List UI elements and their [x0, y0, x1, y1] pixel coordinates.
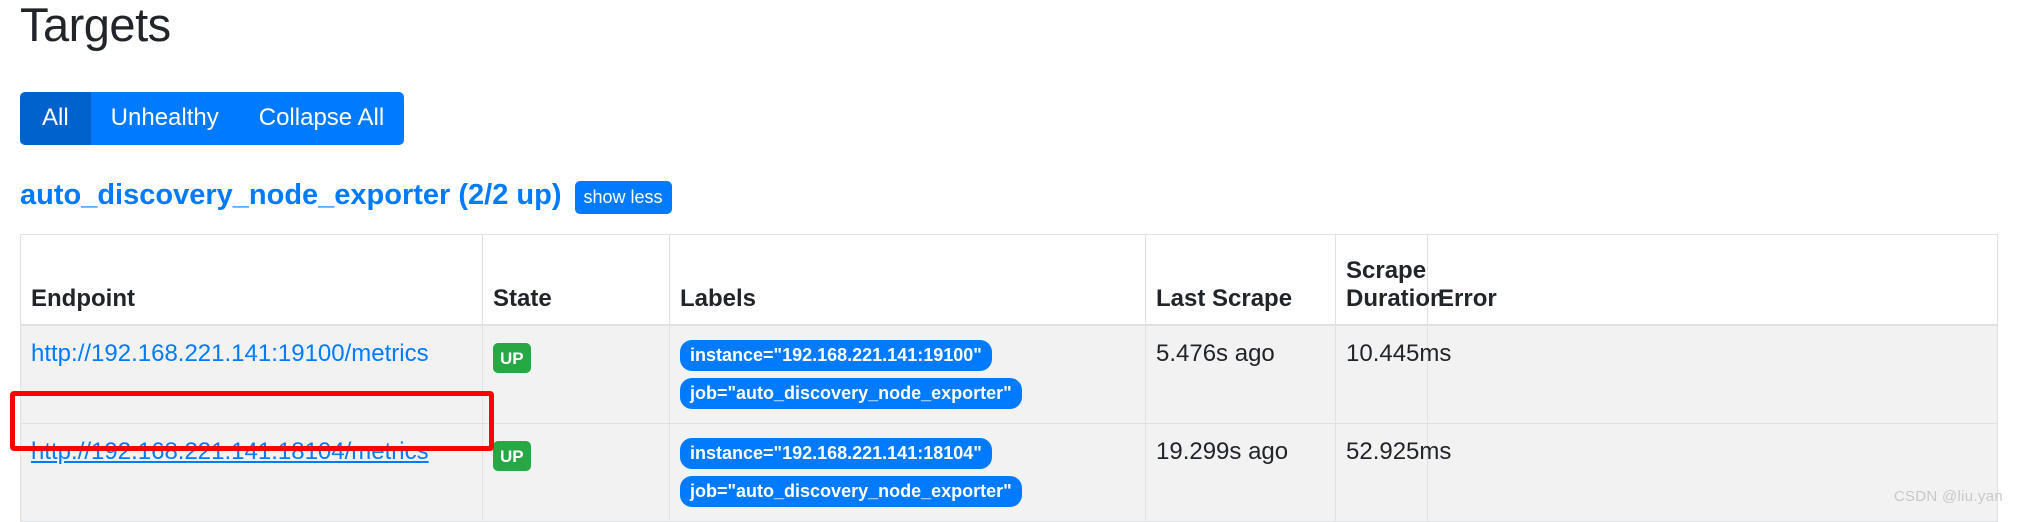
- cell-error: [1427, 324, 1998, 425]
- cell-scrape-duration: 52.925ms: [1335, 423, 1451, 522]
- cell-labels: instance="192.168.221.141:18104" job="au…: [669, 423, 1146, 522]
- filter-unhealthy-button[interactable]: Unhealthy: [90, 92, 239, 146]
- status-badge: UP: [493, 343, 531, 374]
- collapse-all-button[interactable]: Collapse All: [238, 92, 405, 146]
- table-row: http://192.168.221.141:19100/metrics UP …: [20, 324, 1998, 425]
- cell-labels: instance="192.168.221.141:19100" job="au…: [669, 324, 1146, 425]
- targets-page: Targets All Unhealthy Collapse All auto_…: [0, 0, 2017, 522]
- filter-all-button[interactable]: All: [20, 92, 91, 146]
- label-list: instance="192.168.221.141:18104" job="au…: [680, 438, 1133, 508]
- target-filter-button-group: All Unhealthy Collapse All: [20, 92, 405, 146]
- table-header: Endpoint State Labels Last Scrape Scrape…: [20, 234, 1998, 327]
- status-badge: UP: [493, 441, 531, 472]
- show-less-button[interactable]: show less: [574, 181, 672, 215]
- endpoint-link[interactable]: http://192.168.221.141:18104/metrics: [31, 438, 429, 465]
- scrape-duration-value: 10.445ms: [1346, 340, 1452, 368]
- column-header-labels: Labels: [669, 234, 1146, 327]
- cell-state: UP: [482, 423, 670, 522]
- cell-state: UP: [482, 324, 670, 425]
- label-badge-instance[interactable]: instance="192.168.221.141:18104": [680, 438, 992, 470]
- last-scrape-value: 19.299s ago: [1156, 438, 1289, 466]
- label-badge-instance[interactable]: instance="192.168.221.141:19100": [680, 340, 992, 372]
- cell-endpoint: http://192.168.221.141:19100/metrics: [20, 324, 483, 425]
- last-scrape-value: 5.476s ago: [1156, 340, 1275, 368]
- cell-last-scrape: 5.476s ago: [1145, 324, 1336, 425]
- column-header-state: State: [482, 234, 670, 327]
- table-row: http://192.168.221.141:18104/metrics UP …: [20, 423, 1998, 522]
- cell-scrape-duration: 10.445ms: [1335, 324, 1451, 425]
- column-header-last-scrape: Last Scrape: [1145, 234, 1336, 327]
- job-title[interactable]: auto_discovery_node_exporter (2/2 up): [20, 181, 562, 210]
- cell-error: [1427, 423, 1998, 522]
- scrape-duration-value: 52.925ms: [1346, 438, 1452, 466]
- targets-table: Endpoint State Labels Last Scrape Scrape…: [20, 234, 1998, 522]
- job-header: auto_discovery_node_exporter (2/2 up) sh…: [20, 179, 1997, 215]
- cell-last-scrape: 19.299s ago: [1145, 423, 1336, 522]
- endpoint-link[interactable]: http://192.168.221.141:19100/metrics: [31, 340, 429, 367]
- column-header-scrape-duration: Scrape Duration: [1335, 234, 1445, 327]
- page-title: Targets: [20, 0, 171, 51]
- table-header-row: Endpoint State Labels Last Scrape Scrape…: [20, 234, 1998, 327]
- label-badge-job[interactable]: job="auto_discovery_node_exporter": [680, 378, 1022, 410]
- table-body: http://192.168.221.141:19100/metrics UP …: [20, 324, 1998, 522]
- column-header-endpoint: Endpoint: [20, 234, 483, 327]
- cell-endpoint: http://192.168.221.141:18104/metrics: [20, 423, 483, 522]
- watermark: CSDN @liu.yan: [1893, 488, 2003, 505]
- label-badge-job[interactable]: job="auto_discovery_node_exporter": [680, 476, 1022, 508]
- column-header-error: Error: [1427, 234, 1998, 327]
- label-list: instance="192.168.221.141:19100" job="au…: [680, 340, 1133, 410]
